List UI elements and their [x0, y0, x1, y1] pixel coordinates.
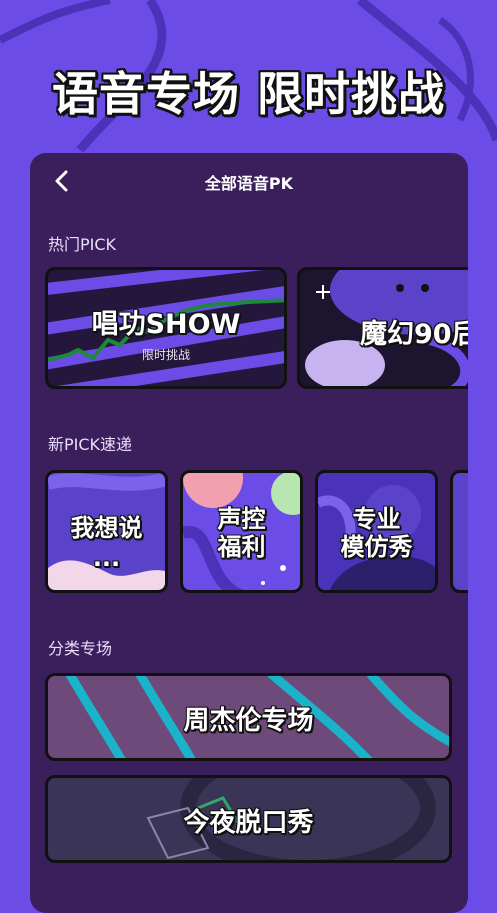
headline: 语音专场 限时挑战	[51, 67, 445, 121]
hot-card-subtitle: 限时挑战	[141, 348, 190, 362]
new-card-title: 声控 福利	[183, 505, 300, 561]
hot-card-title: 唱功SHOW	[91, 309, 241, 340]
new-card-line1: 声控	[217, 505, 266, 533]
new-card-more[interactable]	[450, 470, 468, 593]
new-card-title: 我想说 ...	[48, 513, 165, 573]
new-card-line1: 专业	[352, 505, 401, 533]
hot-card-magic-90s[interactable]: 魔幻90后	[297, 267, 468, 389]
page-title: 全部语音PK	[204, 174, 294, 193]
top-bar: 全部语音PK	[30, 153, 468, 209]
new-card-mimic-show[interactable]: 专业 模仿秀	[315, 470, 438, 593]
new-card-line2: 福利	[217, 533, 266, 561]
app-panel: 全部语音PK 热门PICK 唱功SHOW 限时挑战 魔幻90后 新PICK速递	[30, 153, 468, 913]
hot-card-title: 魔幻90后	[360, 319, 468, 350]
new-card-i-want-to-say[interactable]: 我想说 ...	[45, 470, 168, 593]
category-card-talk-show[interactable]: 今夜脱口秀	[45, 775, 452, 863]
section-title-new: 新PICK速递	[48, 435, 133, 454]
new-card-line1: 我想说	[70, 514, 143, 542]
new-card-line2: ...	[92, 544, 121, 572]
section-title-hot: 热门PICK	[48, 235, 117, 254]
new-card-title: 专业 模仿秀	[318, 505, 435, 561]
hot-card-singing[interactable]: 唱功SHOW 限时挑战	[45, 267, 287, 389]
new-card-voice-welfare[interactable]: 声控 福利	[180, 470, 303, 593]
section-title-category: 分类专场	[48, 639, 113, 658]
category-card-jay-chou[interactable]: 周杰伦专场	[45, 673, 452, 761]
category-card-title: 今夜脱口秀	[183, 808, 314, 838]
new-card-line2: 模仿秀	[340, 533, 413, 561]
category-card-title: 周杰伦专场	[183, 706, 314, 736]
